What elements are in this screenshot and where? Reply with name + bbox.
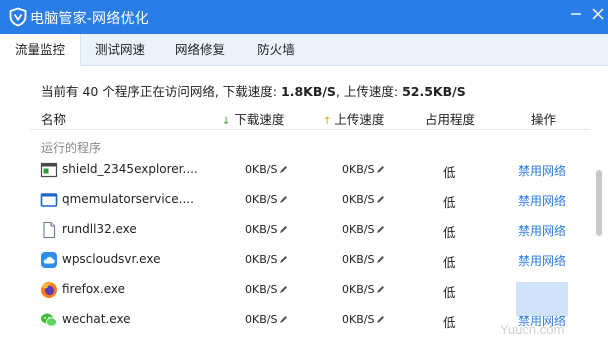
- download-speed: 0KB/S: [245, 313, 288, 326]
- column-upload-label: 上传速度: [334, 112, 385, 127]
- priority-level: 低: [443, 165, 456, 180]
- download-value: 0KB/S: [245, 313, 278, 326]
- download-speed: 0KB/S: [245, 193, 288, 206]
- edit-upload-limit-icon[interactable]: [376, 165, 385, 174]
- firefox-icon: [41, 282, 57, 298]
- program-name: wechat.exe: [62, 312, 131, 326]
- upload-value: 0KB/S: [342, 283, 375, 296]
- table-row: rundll32.exe 0KB/S 0KB/S 低 禁用网络: [0, 215, 600, 245]
- download-value: 0KB/S: [245, 223, 278, 236]
- upload-value: 0KB/S: [342, 193, 375, 206]
- download-value: 0KB/S: [245, 283, 278, 296]
- tab-bar: 流量监控 测试网速 网络修复 防火墙: [0, 34, 608, 66]
- download-speed: 0KB/S: [245, 223, 288, 236]
- table-row: wpscloudsvr.exe 0KB/S 0KB/S 低 禁用网络: [0, 245, 600, 275]
- shield-icon: [9, 7, 27, 27]
- program-name: shield_2345explorer....: [62, 162, 198, 176]
- network-summary: 当前有 40 个程序正在访问网络, 下载速度: 1.8KB/S, 上传速度: 5…: [41, 81, 466, 100]
- tab-network-repair[interactable]: 网络修复: [160, 34, 240, 65]
- upload-value: 0KB/S: [342, 163, 375, 176]
- disable-network-link[interactable]: 禁用网络: [518, 222, 566, 239]
- edit-download-limit-icon[interactable]: [279, 165, 288, 174]
- upload-speed: 0KB/S: [342, 223, 385, 236]
- disable-network-link[interactable]: 禁用网络: [518, 192, 566, 209]
- window-app-icon: [40, 193, 58, 207]
- column-download[interactable]: ↓ 下载速度: [222, 109, 284, 128]
- wechat-icon: [41, 313, 57, 327]
- window-title: 电脑管家-网络优化: [30, 11, 149, 27]
- tab-speed-test[interactable]: 测试网速: [80, 34, 160, 65]
- cloud-icon: [41, 252, 57, 268]
- column-name: 名称: [41, 112, 67, 127]
- download-speed-total: 1.8KB/S: [281, 84, 336, 99]
- title-bar: 电脑管家-网络优化: [0, 0, 608, 34]
- column-priority: 占用程度: [425, 112, 476, 127]
- table-row: shield_2345explorer.... 0KB/S 0KB/S 低 禁用…: [0, 155, 600, 185]
- download-speed: 0KB/S: [245, 163, 288, 176]
- file-icon: [43, 221, 56, 239]
- upload-value: 0KB/S: [342, 313, 375, 326]
- edit-download-limit-icon[interactable]: [279, 195, 288, 204]
- upload-speed: 0KB/S: [342, 283, 385, 296]
- download-value: 0KB/S: [245, 253, 278, 266]
- edit-download-limit-icon[interactable]: [279, 255, 288, 264]
- disable-network-link[interactable]: 禁用网络: [518, 162, 566, 179]
- minimize-icon[interactable]: [568, 6, 584, 22]
- edit-download-limit-icon[interactable]: [279, 225, 288, 234]
- download-value: 0KB/S: [245, 163, 278, 176]
- edit-upload-limit-icon[interactable]: [376, 285, 385, 294]
- download-value: 0KB/S: [245, 193, 278, 206]
- priority-level: 低: [443, 225, 456, 240]
- priority-level: 低: [443, 315, 456, 330]
- summary-mid: , 上传速度:: [335, 84, 403, 99]
- table-row: qmemulatorservice.... 0KB/S 0KB/S 低 禁用网络: [0, 185, 600, 215]
- upload-speed-total: 52.5KB/S: [402, 84, 466, 99]
- upload-value: 0KB/S: [342, 253, 375, 266]
- program-name: wpscloudsvr.exe: [62, 252, 161, 266]
- summary-prefix: 当前有 40 个程序正在访问网络, 下载速度:: [41, 84, 281, 99]
- edit-upload-limit-icon[interactable]: [376, 255, 385, 264]
- upload-speed: 0KB/S: [342, 313, 385, 326]
- upload-speed: 0KB/S: [342, 193, 385, 206]
- header-divider: [30, 129, 590, 130]
- edit-download-limit-icon[interactable]: [279, 285, 288, 294]
- edit-upload-limit-icon[interactable]: [376, 225, 385, 234]
- table-row: firefox.exe 0KB/S 0KB/S 低: [0, 275, 600, 305]
- download-arrow-icon: ↓: [222, 116, 231, 127]
- tab-firewall[interactable]: 防火墙: [240, 34, 312, 65]
- program-name: rundll32.exe: [62, 222, 137, 236]
- priority-level: 低: [443, 255, 456, 270]
- upload-speed: 0KB/S: [342, 163, 385, 176]
- download-speed: 0KB/S: [245, 253, 288, 266]
- vertical-scrollbar[interactable]: [596, 170, 602, 236]
- priority-level: 低: [443, 195, 456, 210]
- column-action: 操作: [531, 112, 557, 127]
- tab-traffic-monitor[interactable]: 流量监控: [0, 34, 81, 66]
- edit-upload-limit-icon[interactable]: [376, 315, 385, 324]
- program-name: firefox.exe: [62, 282, 126, 296]
- window-app-icon: [40, 162, 58, 178]
- edit-download-limit-icon[interactable]: [279, 315, 288, 324]
- upload-value: 0KB/S: [342, 223, 375, 236]
- column-upload[interactable]: ↑ 上传速度: [323, 109, 384, 128]
- close-icon[interactable]: [590, 6, 606, 22]
- download-speed: 0KB/S: [245, 283, 288, 296]
- watermark-text: Yuucn.com: [500, 322, 565, 337]
- edit-upload-limit-icon[interactable]: [376, 195, 385, 204]
- upload-speed: 0KB/S: [342, 253, 385, 266]
- program-name: qmemulatorservice....: [62, 192, 194, 206]
- upload-arrow-icon: ↑: [323, 116, 332, 127]
- priority-level: 低: [443, 285, 456, 300]
- column-download-label: 下载速度: [234, 112, 285, 127]
- watermark-overlay: [516, 282, 568, 316]
- disable-network-link[interactable]: 禁用网络: [518, 252, 566, 269]
- section-running-programs: 运行的程序: [41, 141, 102, 155]
